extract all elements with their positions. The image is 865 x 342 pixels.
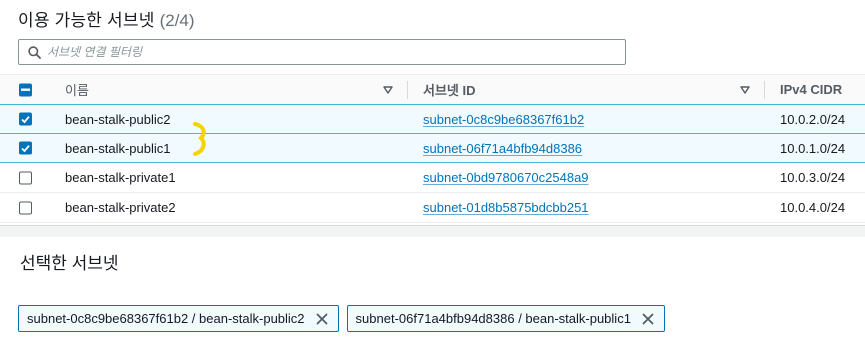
- column-header-cidr[interactable]: IPv4 CIDR: [780, 75, 842, 104]
- column-header-name[interactable]: 이름: [65, 75, 89, 104]
- close-icon[interactable]: [641, 312, 655, 326]
- token-label: subnet-0c8c9be68367f61b2 / bean-stalk-pu…: [27, 311, 305, 326]
- selected-subnets-title: 선택한 서브넷: [20, 254, 119, 273]
- row-checkbox[interactable]: [19, 112, 32, 126]
- subnet-name: bean-stalk-private1: [65, 170, 176, 185]
- row-checkbox[interactable]: [19, 141, 32, 155]
- column-header-subnet-id[interactable]: 서브넷 ID: [423, 75, 476, 104]
- subnet-table: 이름 서브넷 ID IPv4 CIDR bean-stalk-public2 s…: [0, 74, 865, 223]
- token-label: subnet-06f71a4bfb94d8386 / bean-stalk-pu…: [355, 311, 631, 326]
- table-row[interactable]: bean-stalk-private2 subnet-01d8b5875bdcb…: [0, 193, 865, 223]
- filter-box[interactable]: [18, 39, 626, 65]
- search-icon: [28, 45, 41, 59]
- subnet-name: bean-stalk-private2: [65, 200, 176, 215]
- selected-token: subnet-0c8c9be68367f61b2 / bean-stalk-pu…: [18, 305, 339, 332]
- subnet-id-link[interactable]: subnet-01d8b5875bdcbb251: [423, 200, 589, 215]
- subnet-cidr: 10.0.3.0/24: [780, 170, 846, 185]
- subnet-cidr: 10.0.2.0/24: [780, 111, 846, 127]
- row-checkbox[interactable]: [19, 171, 32, 184]
- subnet-name: bean-stalk-public1: [65, 140, 171, 156]
- caret-down-icon[interactable]: [383, 85, 393, 94]
- filter-input[interactable]: [47, 45, 607, 59]
- select-all-checkbox[interactable]: [19, 83, 32, 96]
- row-checkbox[interactable]: [19, 201, 32, 214]
- close-icon[interactable]: [315, 312, 329, 326]
- table-row[interactable]: bean-stalk-public1 subnet-06f71a4bfb94d8…: [0, 133, 865, 163]
- column-divider[interactable]: [764, 81, 765, 99]
- selected-token-group: subnet-0c8c9be68367f61b2 / bean-stalk-pu…: [18, 305, 665, 332]
- section-divider: [0, 225, 865, 237]
- selected-token: subnet-06f71a4bfb94d8386 / bean-stalk-pu…: [346, 305, 665, 332]
- table-header: 이름 서브넷 ID IPv4 CIDR: [0, 74, 865, 105]
- highlight-bracket-mark: [193, 122, 206, 156]
- table-row[interactable]: bean-stalk-public2 subnet-0c8c9be68367f6…: [0, 104, 865, 134]
- section-title: 이용 가능한 서브넷: [18, 11, 155, 30]
- subnet-id-link[interactable]: subnet-0c8c9be68367f61b2: [423, 112, 584, 127]
- table-row[interactable]: bean-stalk-private1 subnet-0bd9780670c25…: [0, 163, 865, 193]
- subnet-id-link[interactable]: subnet-06f71a4bfb94d8386: [423, 141, 582, 156]
- column-divider[interactable]: [407, 81, 408, 99]
- selection-count: (2/4): [159, 11, 195, 30]
- subnet-cidr: 10.0.4.0/24: [780, 200, 846, 215]
- caret-down-icon[interactable]: [740, 85, 750, 94]
- subnet-name: bean-stalk-public2: [65, 111, 171, 127]
- subnet-id-link[interactable]: subnet-0bd9780670c2548a9: [423, 170, 589, 185]
- section-header: 이용 가능한 서브넷 (2/4): [18, 6, 195, 30]
- subnet-cidr: 10.0.1.0/24: [780, 140, 846, 156]
